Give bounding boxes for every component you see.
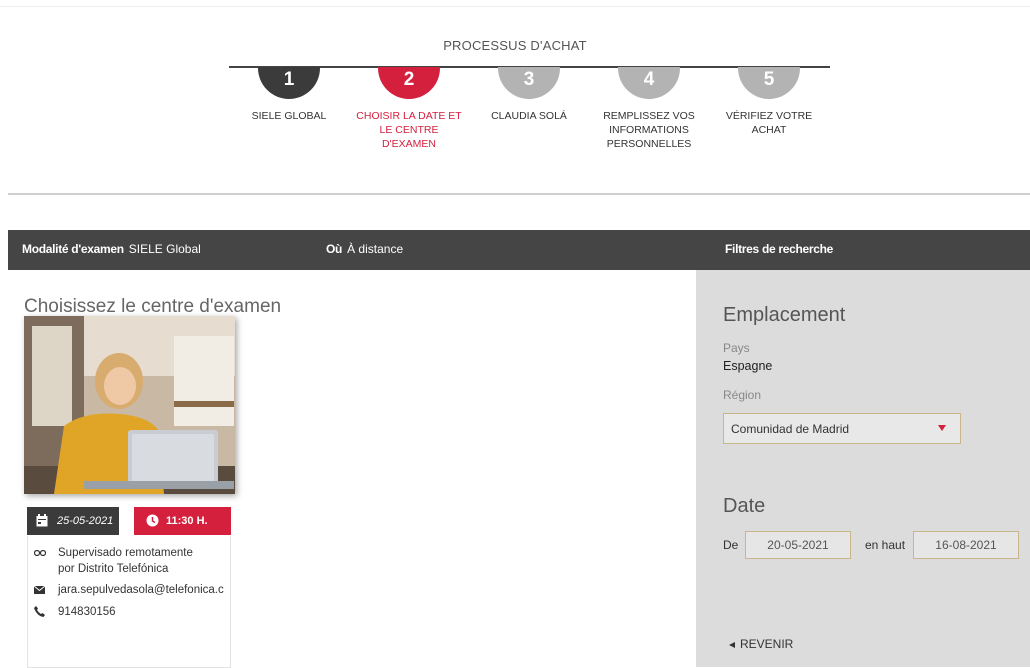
search-filters-panel: Emplacement Pays Espagne Région Comunida… <box>696 270 1030 667</box>
page-title: Choisissez le centre d'examen <box>24 296 282 317</box>
step-label: REMPLISSEZ VOS INFORMATIONS PERSONNELLES <box>603 110 695 150</box>
region-value: Comunidad de Madrid <box>731 422 850 436</box>
step-label: CHOISIR LA DATE ET LE CENTRE D'EXAMEN <box>356 110 462 150</box>
exam-center-card[interactable]: 25-05-2021 11:30 H. Supervisado remotame… <box>24 316 235 668</box>
step-number: 3 <box>498 67 560 99</box>
to-label: en haut <box>865 538 906 552</box>
step-label: SIELE GLOBAL <box>251 110 327 122</box>
step-4[interactable]: 4 REMPLISSEZ VOS INFORMATIONS PERSONNELL… <box>584 67 714 151</box>
step-number: 4 <box>618 67 680 99</box>
step-number: 2 <box>378 67 440 99</box>
exam-date: 25-05-2021 <box>57 515 114 527</box>
clock-icon <box>146 514 159 527</box>
filters-label: Filtres de recherche <box>725 242 834 256</box>
step-label: VÉRIFIEZ VOTRE ACHAT <box>725 110 813 136</box>
supervision-text: Supervisado remotamente <box>58 547 193 559</box>
chevron-down-icon <box>938 425 946 431</box>
envelope-icon <box>34 586 45 594</box>
exam-time: 11:30 H. <box>166 515 208 527</box>
country-label: Pays <box>723 341 750 355</box>
date-to-input[interactable]: 16-08-2021 <box>913 531 1019 559</box>
supervisor-text: por Distrito Telefónica <box>58 563 169 575</box>
region-label: Région <box>723 388 762 402</box>
phone-text[interactable]: 914830156 <box>58 606 116 618</box>
date-heading: Date <box>723 495 766 517</box>
step-3[interactable]: 3 CLAUDIA SOLÁ <box>464 67 594 123</box>
step-2[interactable]: 2 CHOISIR LA DATE ET LE CENTRE D'EXAMEN <box>344 67 474 151</box>
from-label: De <box>723 538 739 552</box>
modality-value: SIELE Global <box>128 242 201 256</box>
time-tag: 11:30 H. <box>134 507 231 535</box>
step-number: 1 <box>258 67 320 99</box>
card-info: Supervisado remotamente por Distrito Tel… <box>27 536 231 668</box>
step-label: CLAUDIA SOLÁ <box>491 110 567 122</box>
filters-heading: Filtres de recherche <box>725 242 838 256</box>
back-label: REVENIR <box>740 637 794 651</box>
process-title: PROCESSUS D'ACHAT <box>443 38 587 53</box>
where-info: Où À distance <box>326 242 403 256</box>
modality-info: Modalité d'examen SIELE Global <box>22 242 201 256</box>
phone-icon <box>34 606 45 617</box>
region-select[interactable]: Comunidad de Madrid <box>723 413 961 444</box>
exam-photo <box>24 316 235 494</box>
step-number: 5 <box>738 67 800 99</box>
step-1[interactable]: 1 SIELE GLOBAL <box>224 67 354 123</box>
where-label: Où <box>326 242 343 256</box>
step-5[interactable]: 5 VÉRIFIEZ VOTRE ACHAT <box>704 67 834 137</box>
calendar-icon <box>36 514 48 527</box>
date-from-input[interactable]: 20-05-2021 <box>745 531 851 559</box>
email-text[interactable]: jara.sepulvedasola@telefonica.c <box>58 584 224 596</box>
back-arrow-icon <box>729 641 735 648</box>
link-icon <box>34 550 46 556</box>
top-border <box>0 0 1030 7</box>
separator <box>8 193 1030 195</box>
back-button[interactable]: REVENIR <box>729 637 793 651</box>
location-heading: Emplacement <box>723 304 846 326</box>
filter-bar: Modalité d'examen SIELE Global Où À distan… <box>8 230 1030 270</box>
modality-label: Modalité d'examen <box>22 242 124 256</box>
country-value: Espagne <box>723 359 773 373</box>
where-value: À distance <box>347 242 404 256</box>
date-tag: 25-05-2021 <box>27 507 119 535</box>
